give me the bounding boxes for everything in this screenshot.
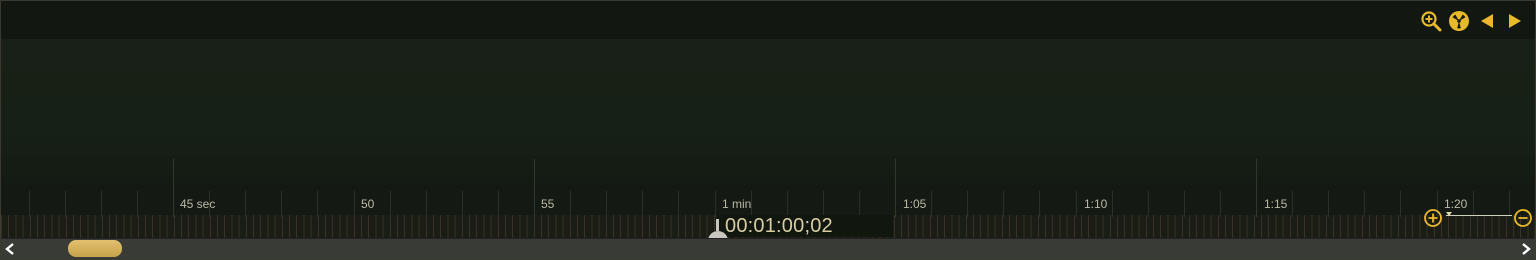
previous-arrow-icon[interactable] [1475,9,1499,33]
ruler-label: 1:10 [1084,197,1108,211]
timeline-panel: 45 sec 50 55 1 min 1:05 1:10 1:15 1:20 0… [0,0,1536,260]
zoom-slider-thumb[interactable] [1446,212,1452,216]
minor-gridline [823,191,824,217]
major-gridline [1256,159,1257,217]
next-arrow-icon[interactable] [1503,9,1527,33]
scroll-right-icon[interactable] [1519,241,1533,257]
minor-gridline [1364,191,1365,217]
minor-gridline [642,191,643,217]
minor-gridline [281,191,282,217]
minor-gridline [715,191,716,217]
minor-gridline [570,191,571,217]
plus-circle-icon [1424,209,1442,227]
zoom-in-button[interactable] [1423,208,1443,228]
major-gridline [173,159,174,217]
minor-gridline [1184,191,1185,217]
major-gridline [534,159,535,217]
zoom-slider-track [1446,215,1512,216]
minor-gridline [390,191,391,217]
zoom-magnifier-icon[interactable] [1419,9,1443,33]
radiation-icon[interactable] [1447,9,1471,33]
minor-gridline [1292,191,1293,217]
minor-gridline [606,191,607,217]
ruler-label: 1:05 [903,197,927,211]
minor-gridline [137,191,138,217]
timeline-canvas[interactable] [1,39,1535,189]
zoom-out-button[interactable] [1513,208,1533,228]
horizontal-scrollbar[interactable] [1,238,1535,259]
minor-gridline [1003,191,1004,217]
ruler-label: 55 [541,197,555,211]
ruler-label: 50 [361,197,375,211]
major-gridline [895,159,896,217]
minor-gridline [245,191,246,217]
minor-gridline [498,191,499,217]
minor-gridline [1400,191,1401,217]
minor-gridline [317,191,318,217]
minor-gridline [1148,191,1149,217]
minor-gridline [678,191,679,217]
minor-gridline [1328,191,1329,217]
ruler-label: 1:20 [1444,197,1468,211]
minor-gridline [101,191,102,217]
minor-gridline [29,191,30,217]
minor-gridline [1220,191,1221,217]
ruler-label: 45 sec [180,197,216,211]
minor-gridline [787,191,788,217]
minor-gridline [65,191,66,217]
time-ruler[interactable] [1,187,1535,217]
minus-circle-icon [1514,209,1532,227]
minor-gridline [462,191,463,217]
ruler-label: 1 min [722,197,752,211]
timeline-header-band [1,1,1535,39]
minor-gridline [426,191,427,217]
timeline-toolbar [1419,9,1527,33]
zoom-slider[interactable] [1446,212,1512,220]
minor-gridline [1112,191,1113,217]
minor-gridline [859,191,860,217]
scroll-left-icon[interactable] [3,241,17,257]
scrollbar-thumb[interactable] [68,240,122,257]
minor-gridline [1039,191,1040,217]
ruler-label: 1:15 [1264,197,1288,211]
minor-gridline [931,191,932,217]
minor-gridline [1076,191,1077,217]
minor-gridline [967,191,968,217]
current-timecode: 00:01:00;02 [725,215,833,237]
minor-gridline [354,191,355,217]
